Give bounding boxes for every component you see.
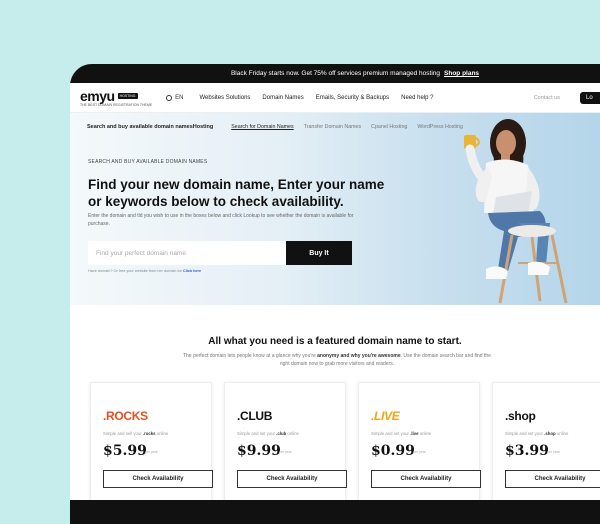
logo-word: emyu xyxy=(80,88,115,104)
domain-search-form: Buy It xyxy=(88,241,352,265)
card-period: per year xyxy=(145,450,158,454)
language-label: EN xyxy=(175,94,184,101)
domain-cards: .ROCKS Simple and sell your .rocks onlin… xyxy=(90,382,600,500)
globe-icon xyxy=(166,94,173,101)
nav-item-need-help[interactable]: Need help ? xyxy=(401,95,433,101)
check-availability-button[interactable]: Check Availability xyxy=(371,470,481,488)
logo-tagline: THE BEST DOMAIN REGISTRATION THEME xyxy=(80,103,153,107)
card-period: per year xyxy=(547,450,560,454)
subnav-transfer-domain-names[interactable]: Transfer Domain Names xyxy=(304,124,362,130)
tld-logo-rocks: .ROCKS xyxy=(103,409,148,423)
card-description: Simple and set your .shop online xyxy=(505,431,569,436)
tld-logo-live: .LIVE xyxy=(371,409,400,423)
logo[interactable]: emyu HOSTING THE BEST DOMAIN REGISTRATIO… xyxy=(80,88,152,107)
card-price: $3.99 xyxy=(505,443,549,459)
login-button[interactable]: Lo xyxy=(580,91,600,104)
hero-headline: Find your new domain name, Enter your na… xyxy=(88,177,385,209)
browser-screen: Black Friday starts now. Get 75% off ser… xyxy=(70,64,600,500)
main-nav: emyu HOSTING THE BEST DOMAIN REGISTRATIO… xyxy=(70,83,600,113)
check-availability-button[interactable]: Check Availability xyxy=(237,470,347,488)
hero-eyebrow: SEARCH AND BUY AVAILABLE DOMAIN NAMES xyxy=(88,159,208,165)
domain-card-rocks: .ROCKS Simple and sell your .rocks onlin… xyxy=(90,382,213,500)
nav-item-emails-security-backups[interactable]: Emails, Security & Backups xyxy=(316,95,389,101)
features-subtitle-bold: anonymy and why you're awesome xyxy=(317,353,401,359)
card-price: $9.99 xyxy=(237,443,281,459)
shop-plans-link[interactable]: Shop plans xyxy=(444,70,479,77)
nav-item-websites-solutions[interactable]: Websites Solutions xyxy=(200,95,251,101)
nav-item-domain-names[interactable]: Domain Names xyxy=(262,95,303,101)
domain-card-club: .CLUB Simple and set your .club online $… xyxy=(224,382,347,500)
check-availability-button[interactable]: Check Availability xyxy=(103,470,213,488)
device-frame: Black Friday starts now. Get 75% off ser… xyxy=(70,64,600,524)
contact-us-link[interactable]: Contact us xyxy=(534,95,560,101)
logo-badge: HOSTING xyxy=(117,93,138,99)
hero-description: Enter the domain and tld you wish to use… xyxy=(88,213,354,227)
card-price: $5.99 xyxy=(103,443,147,459)
promo-bar: Black Friday starts now. Get 75% off ser… xyxy=(70,64,600,83)
tld-logo-club: .CLUB xyxy=(237,409,273,423)
domain-card-shop: .shop Simple and set your .shop online $… xyxy=(492,382,600,500)
tld-logo-shop: .shop xyxy=(505,409,536,423)
subnav-search-domain-names[interactable]: Search for Domain Names xyxy=(231,124,293,130)
buy-it-button[interactable]: Buy It xyxy=(286,241,352,265)
subnav-title: Search and buy available domain namesHos… xyxy=(87,124,214,130)
domain-search-input[interactable] xyxy=(88,241,286,265)
card-period: per year xyxy=(413,450,426,454)
promo-text: Black Friday starts now. Get 75% off ser… xyxy=(230,70,441,77)
domain-card-live: .LIVE Simple and set your .live online $… xyxy=(358,382,481,500)
check-availability-button[interactable]: Check Availability xyxy=(505,470,600,488)
card-description: Simple and set your .live online xyxy=(371,431,432,436)
features-subtitle-start: The perfect domain lets people know at a… xyxy=(183,353,316,359)
card-description: Simple and set your .club online xyxy=(237,431,299,436)
hero-section: Search and buy available domain namesHos… xyxy=(70,113,600,305)
woman-with-laptop-image xyxy=(464,119,568,304)
hero-note-text: Have domain? Or free your website from h… xyxy=(88,269,182,273)
card-period: per year xyxy=(279,450,292,454)
features-title: All what you need is a featured domain n… xyxy=(208,336,462,347)
card-price: $0.99 xyxy=(371,443,415,459)
card-description: Simple and sell your .rocks online xyxy=(103,431,169,436)
click-here-link[interactable]: Click here xyxy=(183,269,201,273)
hero-note: Have domain? Or free your website from h… xyxy=(88,269,201,273)
language-selector[interactable]: EN xyxy=(166,94,184,101)
features-subtitle: The perfect domain lets people know at a… xyxy=(182,352,492,368)
